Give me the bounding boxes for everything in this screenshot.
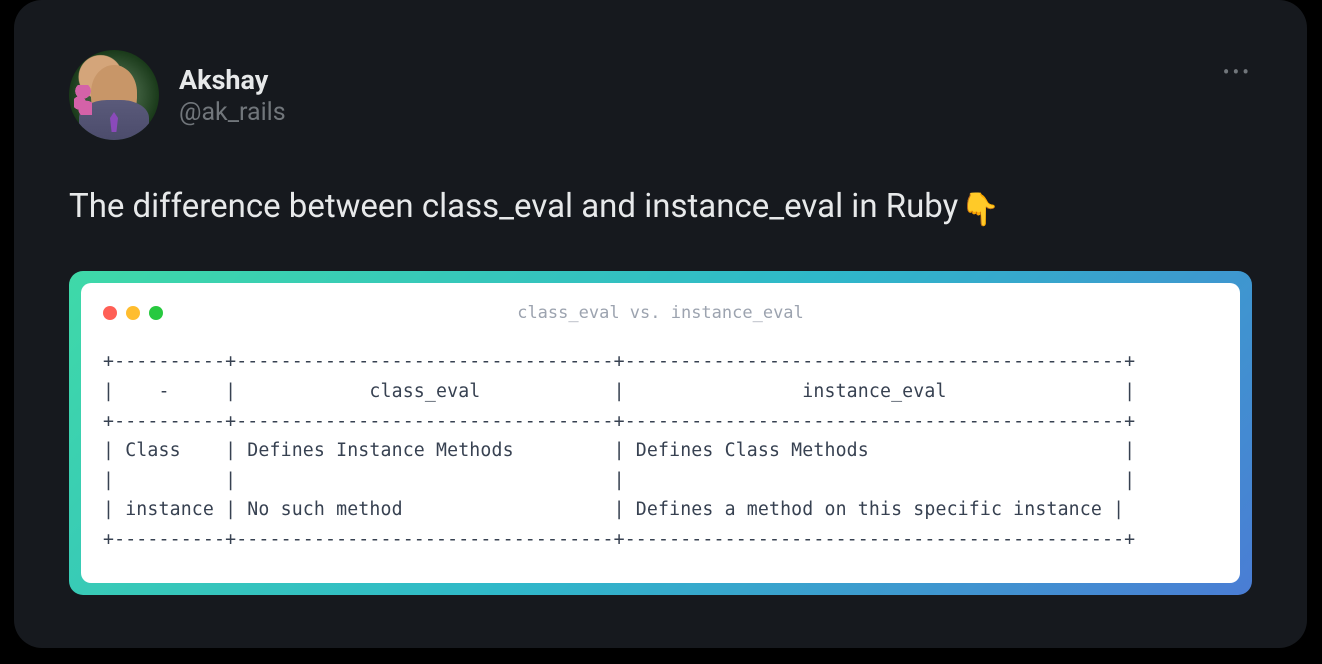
tweet-text: The difference between class_eval and in…: [69, 185, 1252, 231]
author-handle[interactable]: @ak_rails: [179, 98, 286, 127]
avatar[interactable]: [69, 50, 159, 140]
tweet-header: Akshay @ak_rails: [69, 50, 1252, 140]
maximize-icon[interactable]: [149, 306, 163, 320]
author-block: Akshay @ak_rails: [179, 64, 286, 127]
tweet-card: ••• Akshay @ak_rails The difference betw…: [14, 0, 1307, 648]
tweet-body: The difference between class_eval and in…: [69, 187, 958, 226]
traffic-lights: [103, 306, 163, 320]
more-options-icon[interactable]: •••: [1223, 60, 1252, 84]
pointing-down-emoji: 👇: [960, 188, 1000, 231]
window-header: class_eval vs. instance_eval: [103, 301, 1218, 325]
author-name[interactable]: Akshay: [179, 64, 286, 96]
code-window: class_eval vs. instance_eval +----------…: [81, 283, 1240, 583]
minimize-icon[interactable]: [126, 306, 140, 320]
comparison-table: +----------+----------------------------…: [103, 347, 1218, 555]
code-embed-frame: class_eval vs. instance_eval +----------…: [69, 271, 1252, 595]
close-icon[interactable]: [103, 306, 117, 320]
window-title: class_eval vs. instance_eval: [103, 303, 1218, 323]
